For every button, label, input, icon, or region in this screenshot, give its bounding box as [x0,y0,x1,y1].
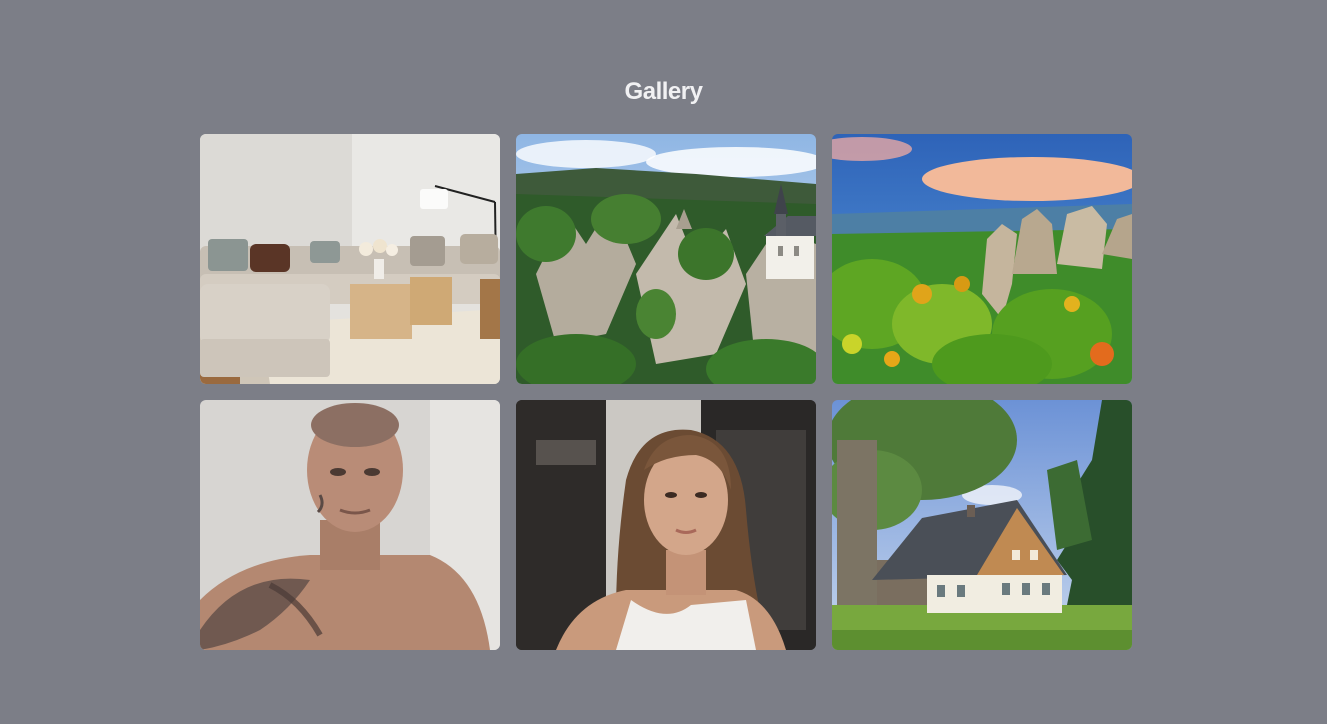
gallery-image-woman-portrait[interactable] [516,400,816,650]
gallery-image-living-room[interactable] [200,134,500,384]
living-room-image [200,134,500,384]
gallery-image-tattooed-man[interactable] [200,400,500,650]
gallery-grid [200,134,1132,650]
tattooed-man-image [200,400,500,650]
woman-portrait-image [516,400,816,650]
gallery-image-rock-chapel[interactable] [516,134,816,384]
gallery-page: Gallery [0,0,1327,724]
gallery-image-sandstone-rocks[interactable] [832,134,1132,384]
sandstone-rocks-image [832,134,1132,384]
rock-chapel-image [516,134,816,384]
cottage-house-image [832,400,1132,650]
page-title: Gallery [624,78,703,105]
gallery-image-cottage-house[interactable] [832,400,1132,650]
